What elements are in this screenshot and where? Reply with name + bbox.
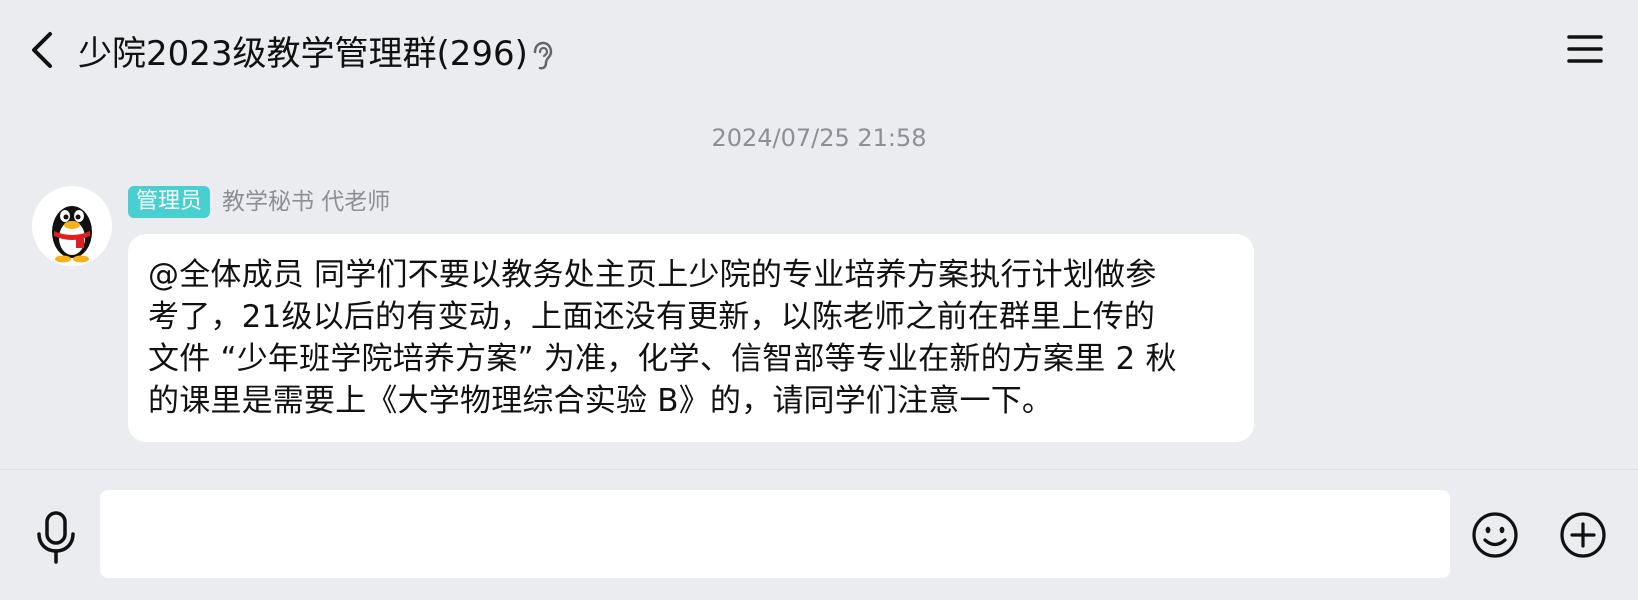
admin-badge: 管理员 <box>128 186 211 218</box>
group-title[interactable]: 少院2023级教学管理群(296) <box>78 30 528 78</box>
plus-circle-icon <box>1560 512 1606 558</box>
emoji-button[interactable] <box>1470 510 1520 560</box>
smiley-icon <box>1472 512 1518 558</box>
message-timestamp: 2024/07/25 21:58 <box>711 124 927 152</box>
hamburger-menu-icon <box>1567 35 1603 63</box>
qq-penguin-avatar-icon <box>32 186 112 266</box>
more-button[interactable] <box>1558 510 1608 560</box>
input-bar <box>0 470 1638 600</box>
back-button[interactable] <box>24 26 64 74</box>
ear-icon <box>528 40 556 72</box>
menu-button[interactable] <box>1566 30 1604 68</box>
sender-avatar[interactable] <box>32 186 112 266</box>
message-input[interactable] <box>100 490 1450 578</box>
voice-button[interactable] <box>32 510 80 566</box>
sender-name[interactable]: 教学秘书 代老师 <box>222 186 390 218</box>
message-line: @全体成员 同学们不要以教务处主页上少院的专业培养方案执行计划做参 <box>148 257 1157 293</box>
message-line: 考了，21级以后的有变动，上面还没有更新，以陈老师之前在群里上传的 <box>148 299 1156 335</box>
microphone-icon <box>37 511 75 564</box>
message-line: 的课里是需要上《大学物理综合实验 B》的，请同学们注意一下。 <box>148 383 1054 419</box>
message-line: 文件 “少年班学院培养方案” 为准，化学、信智部等专业在新的方案里 2 秋 <box>148 341 1177 377</box>
chat-header: 少院2023级教学管理群(296) <box>0 0 1638 110</box>
chevron-left-icon <box>32 32 52 68</box>
message-bubble[interactable]: @全体成员 同学们不要以教务处主页上少院的专业培养方案执行计划做参 考了，21级… <box>128 234 1254 442</box>
